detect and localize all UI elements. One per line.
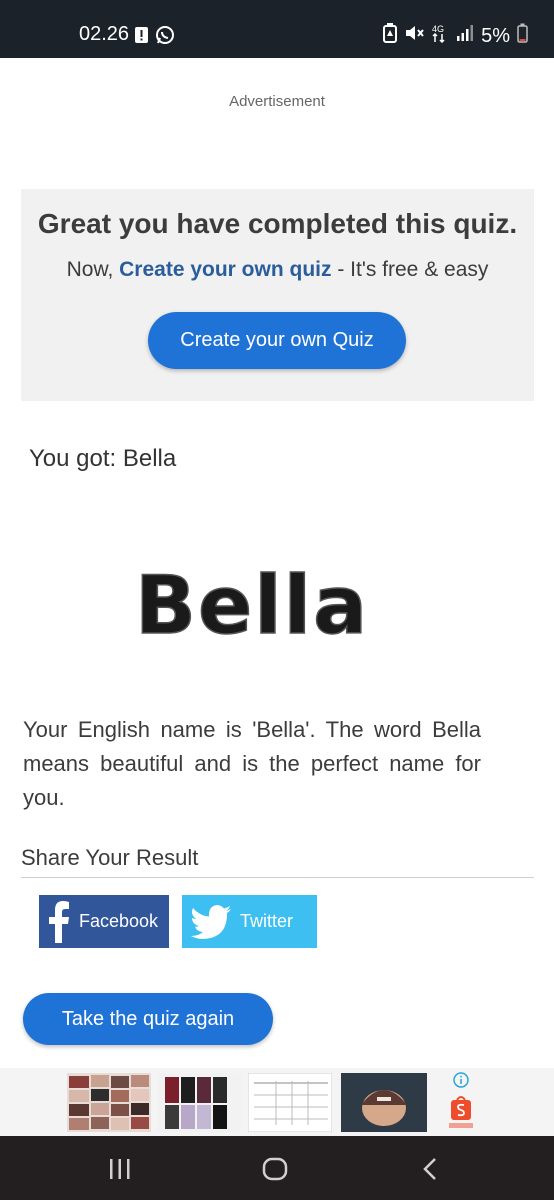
- advertisement-label: Advertisement: [229, 93, 325, 110]
- clothing-pile-thumbnail[interactable]: [67, 1073, 151, 1132]
- twitter-share-button[interactable]: Twitter: [182, 895, 317, 948]
- result-label: You got: Bella: [29, 445, 177, 472]
- clothing-stack-thumbnail[interactable]: [157, 1073, 241, 1132]
- data-4g-icon: 4G: [431, 23, 449, 49]
- back-icon[interactable]: [422, 1157, 438, 1186]
- completed-heading: Great you have completed this quiz.: [37, 208, 518, 239]
- mute-icon: [404, 24, 424, 48]
- size-chart-thumbnail[interactable]: [247, 1072, 333, 1133]
- battery-icon: [517, 23, 528, 49]
- shopee-icon[interactable]: [449, 1094, 473, 1135]
- status-time: 02.26: [79, 23, 130, 45]
- create-quiz-subtext: Now, Create your own quiz - It's free & …: [21, 258, 534, 282]
- create-quiz-button[interactable]: Create your own Quiz: [148, 312, 406, 369]
- result-image-text: Bella: [135, 559, 369, 652]
- twitter-label: Twitter: [240, 911, 294, 931]
- home-icon[interactable]: [262, 1157, 288, 1186]
- subtext-prefix: Now,: [66, 258, 114, 281]
- whatsapp-icon: [155, 25, 175, 50]
- cap-thumbnail[interactable]: [341, 1073, 427, 1132]
- retake-quiz-button[interactable]: Take the quiz again: [23, 993, 273, 1045]
- battery-percent: 5%: [481, 24, 510, 47]
- share-divider: [21, 877, 534, 878]
- twitter-icon: [182, 895, 240, 948]
- facebook-label: Facebook: [79, 911, 159, 931]
- facebook-icon: [39, 895, 79, 948]
- status-bar: 02.26 4G 5%: [0, 0, 554, 58]
- svg-text:4G: 4G: [432, 24, 444, 34]
- status-left-icons: [134, 25, 175, 50]
- battery-saver-icon: [383, 23, 398, 49]
- system-nav-bar: [0, 1136, 554, 1200]
- facebook-share-button[interactable]: Facebook: [39, 895, 169, 948]
- info-icon[interactable]: [453, 1072, 469, 1093]
- ad-banner[interactable]: [0, 1068, 554, 1136]
- recent-apps-icon[interactable]: [108, 1158, 132, 1185]
- signal-icon: [456, 24, 474, 48]
- share-title: Share Your Result: [21, 845, 199, 870]
- result-description: Your English name is 'Bella'. The word B…: [23, 717, 481, 810]
- subtext-suffix: - It's free & easy: [337, 258, 489, 281]
- alert-icon: [134, 26, 149, 49]
- result-image: Bella: [130, 548, 380, 658]
- create-quiz-link[interactable]: Create your own quiz: [119, 258, 331, 281]
- create-quiz-panel: Great you have completed this quiz. Now,…: [21, 189, 534, 401]
- status-right-icons: 4G 5%: [383, 23, 528, 49]
